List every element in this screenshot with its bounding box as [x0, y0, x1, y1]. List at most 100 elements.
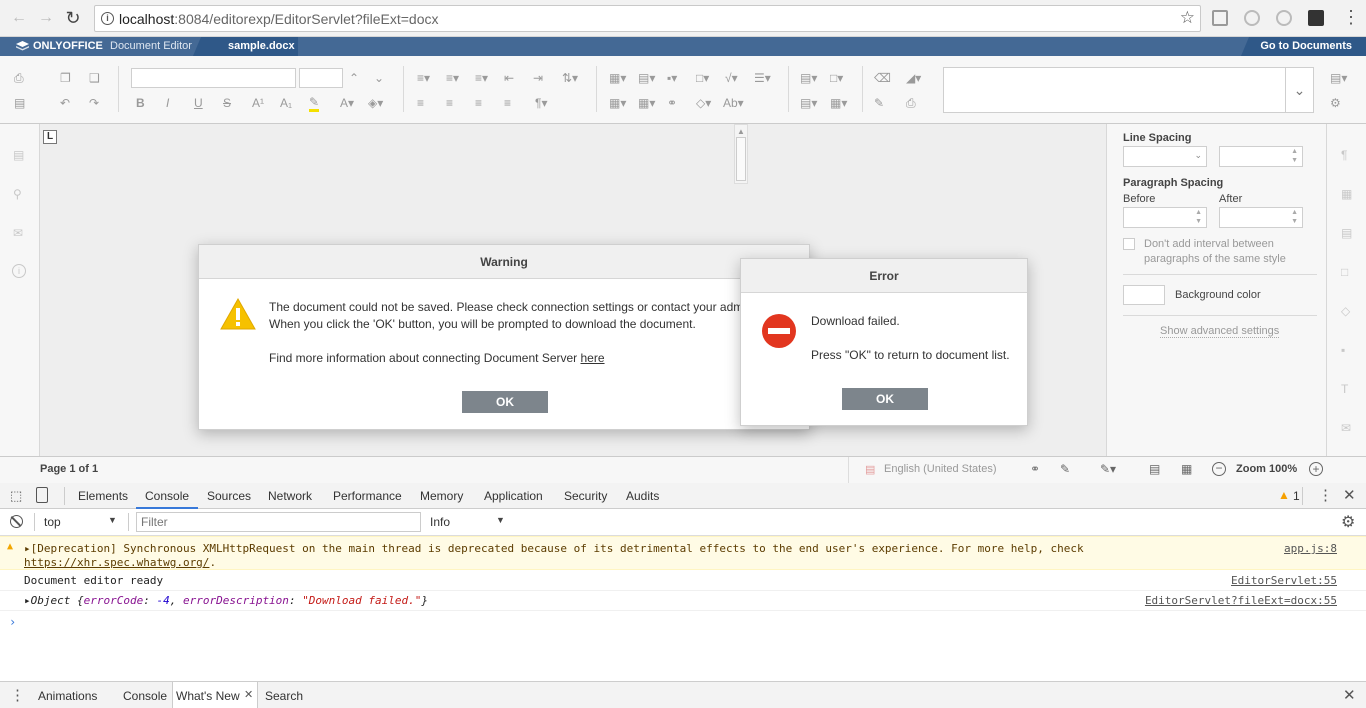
bullets-icon[interactable]: ≡▾ [417, 71, 430, 85]
page-break-icon[interactable]: ▦▾ [609, 96, 626, 110]
console-prompt[interactable]: › [9, 615, 16, 629]
console-warning-row[interactable]: ▲ ▸[Deprecation] Synchronous XMLHttpRequ… [0, 536, 1366, 570]
extension-icon[interactable] [1276, 10, 1292, 26]
address-bar[interactable]: i localhost:8084/editorexp/EditorServlet… [94, 5, 1201, 32]
gear-icon[interactable]: ⚙ [1330, 96, 1341, 110]
equation-icon[interactable]: √▾ [725, 71, 738, 85]
devtools-tab-memory[interactable]: Memory [420, 489, 463, 503]
back-arrow-icon[interactable]: ← [9, 9, 29, 27]
strikethrough-icon[interactable]: S [223, 96, 231, 110]
chevron-down-icon[interactable]: ⌄ [1285, 68, 1313, 112]
mail-merge-settings-icon[interactable]: ✉ [1341, 421, 1351, 435]
orientation-icon[interactable]: ▦▾ [830, 96, 847, 110]
margins-icon[interactable]: ▤▾ [800, 96, 817, 110]
clear-console-icon[interactable] [10, 515, 23, 528]
line-spacing-value-input[interactable]: ▲ ▼ [1219, 146, 1303, 167]
xhr-spec-link[interactable]: https://xhr.spec.whatwg.org/ [24, 556, 209, 569]
console-settings-icon[interactable]: ⚙ [1341, 512, 1355, 532]
columns-icon[interactable]: ▦▾ [638, 96, 655, 110]
about-icon[interactable]: i [12, 264, 26, 278]
hyperlink-icon[interactable]: ⚭ [667, 96, 677, 110]
info-icon[interactable]: i [101, 12, 114, 25]
here-link[interactable]: here [581, 351, 605, 365]
bold-icon[interactable]: B [136, 96, 145, 110]
align-right-icon[interactable]: ≡ [475, 96, 482, 110]
spellcheck-icon[interactable]: ▤ [865, 463, 875, 476]
feedback-icon[interactable]: ✉ [13, 226, 23, 240]
paragraph-marks-icon[interactable]: ¶▾ [535, 96, 547, 110]
scrollbar-thumb[interactable] [736, 137, 746, 181]
show-advanced-settings-link[interactable]: Show advanced settings [1160, 325, 1280, 338]
warning-count[interactable]: 1 [1293, 489, 1300, 503]
file-icon[interactable]: ▤ [13, 148, 24, 162]
copy-icon[interactable]: ❐ [60, 71, 71, 85]
zoom-in-icon[interactable]: + [1309, 462, 1323, 476]
textbox-icon[interactable]: □▾ [696, 71, 709, 85]
view-settings-icon[interactable]: ▤▾ [1330, 71, 1347, 85]
object-source-link[interactable]: EditorServlet?fileExt=docx:55 [1145, 594, 1337, 607]
font-color-icon[interactable]: A▾ [340, 96, 354, 110]
devtools-tab-console[interactable]: Console [145, 489, 189, 503]
decrease-font-icon[interactable]: ⌄ [374, 71, 384, 85]
object-message[interactable]: ▸Object {errorCode: -4, errorDescription… [24, 594, 428, 607]
font-name-combo[interactable] [131, 68, 296, 88]
language-select[interactable]: English (United States) [884, 463, 997, 475]
justify-icon[interactable]: ≡ [504, 96, 511, 110]
drawer-tab-console[interactable]: Console [123, 689, 167, 703]
extension-icon[interactable] [1212, 10, 1228, 26]
superscript-icon[interactable]: A¹ [252, 96, 264, 110]
redo-icon[interactable]: ↷ [89, 96, 99, 110]
shading-icon[interactable]: ◈▾ [368, 96, 383, 110]
styles-gallery[interactable]: ⌄ [943, 67, 1314, 113]
error-ok-button[interactable]: OK [842, 388, 928, 410]
drawer-tab-search[interactable]: Search [265, 689, 303, 703]
color-schema-icon[interactable]: ◢▾ [906, 71, 921, 85]
chart-settings-icon[interactable]: ▪ [1341, 343, 1345, 357]
clear-style-icon[interactable]: ⌫ [874, 71, 891, 85]
console-log-row[interactable]: Document editor ready EditorServlet:55 [0, 571, 1366, 591]
menu-icon[interactable]: ⋮ [1342, 7, 1360, 27]
italic-icon[interactable]: I [166, 96, 169, 110]
devtools-tab-audits[interactable]: Audits [626, 489, 659, 503]
devtools-tab-elements[interactable]: Elements [78, 489, 128, 503]
device-toolbar-icon[interactable] [36, 487, 48, 503]
text-art-settings-icon[interactable]: T [1341, 382, 1348, 396]
font-size-combo[interactable] [299, 68, 343, 88]
table-icon[interactable]: ▦▾ [609, 71, 626, 85]
warning-ok-button[interactable]: OK [462, 391, 548, 413]
close-drawer-icon[interactable]: ✕ [1343, 686, 1356, 704]
search-icon[interactable]: ⚲ [13, 187, 22, 201]
mail-merge-icon[interactable]: ⎙ [906, 96, 916, 110]
save-icon[interactable]: ▤ [14, 96, 25, 110]
print-icon[interactable]: ⎙ [14, 71, 24, 85]
increase-font-icon[interactable]: ⌃ [349, 71, 359, 85]
close-tab-icon[interactable]: ✕ [244, 688, 253, 701]
context-select[interactable]: top [44, 515, 61, 529]
dont-add-interval-checkbox[interactable] [1123, 238, 1135, 250]
drawer-tab-animations[interactable]: Animations [38, 689, 97, 703]
forward-arrow-icon[interactable]: → [36, 9, 56, 27]
text-art-icon[interactable]: Ab▾ [723, 96, 744, 110]
shape-settings-icon[interactable]: ◇ [1341, 304, 1350, 318]
close-devtools-icon[interactable]: ✕ [1343, 486, 1356, 504]
align-left-icon[interactable]: ≡ [417, 96, 424, 110]
chart-icon[interactable]: ▪▾ [667, 71, 677, 85]
undo-icon[interactable]: ↶ [60, 96, 70, 110]
spacing-before-input[interactable]: ▲ ▼ [1123, 207, 1207, 228]
warning-source-link[interactable]: app.js:8 [1284, 542, 1337, 555]
subscript-icon[interactable]: A₁ [280, 96, 292, 110]
log-level-dropdown-icon[interactable]: ▼ [496, 515, 505, 525]
underline-icon[interactable]: U [194, 96, 203, 110]
context-dropdown-icon[interactable]: ▼ [108, 515, 117, 525]
paragraph-settings-icon[interactable]: ¶ [1341, 148, 1347, 162]
go-to-documents-button[interactable]: Go to Documents [1241, 37, 1366, 56]
devtools-tab-performance[interactable]: Performance [333, 489, 402, 503]
zoom-out-icon[interactable]: − [1212, 462, 1226, 476]
spacing-after-input[interactable]: ▲ ▼ [1219, 207, 1303, 228]
console-object-row[interactable]: ▸Object {errorCode: -4, errorDescription… [0, 591, 1366, 611]
comment-icon[interactable]: ☰▾ [754, 71, 771, 85]
increase-indent-icon[interactable]: ⇥ [533, 71, 543, 85]
multilevel-icon[interactable]: ≡▾ [475, 71, 488, 85]
image-settings-icon[interactable]: ▤ [1341, 226, 1352, 240]
numbering-icon[interactable]: ≡▾ [446, 71, 459, 85]
